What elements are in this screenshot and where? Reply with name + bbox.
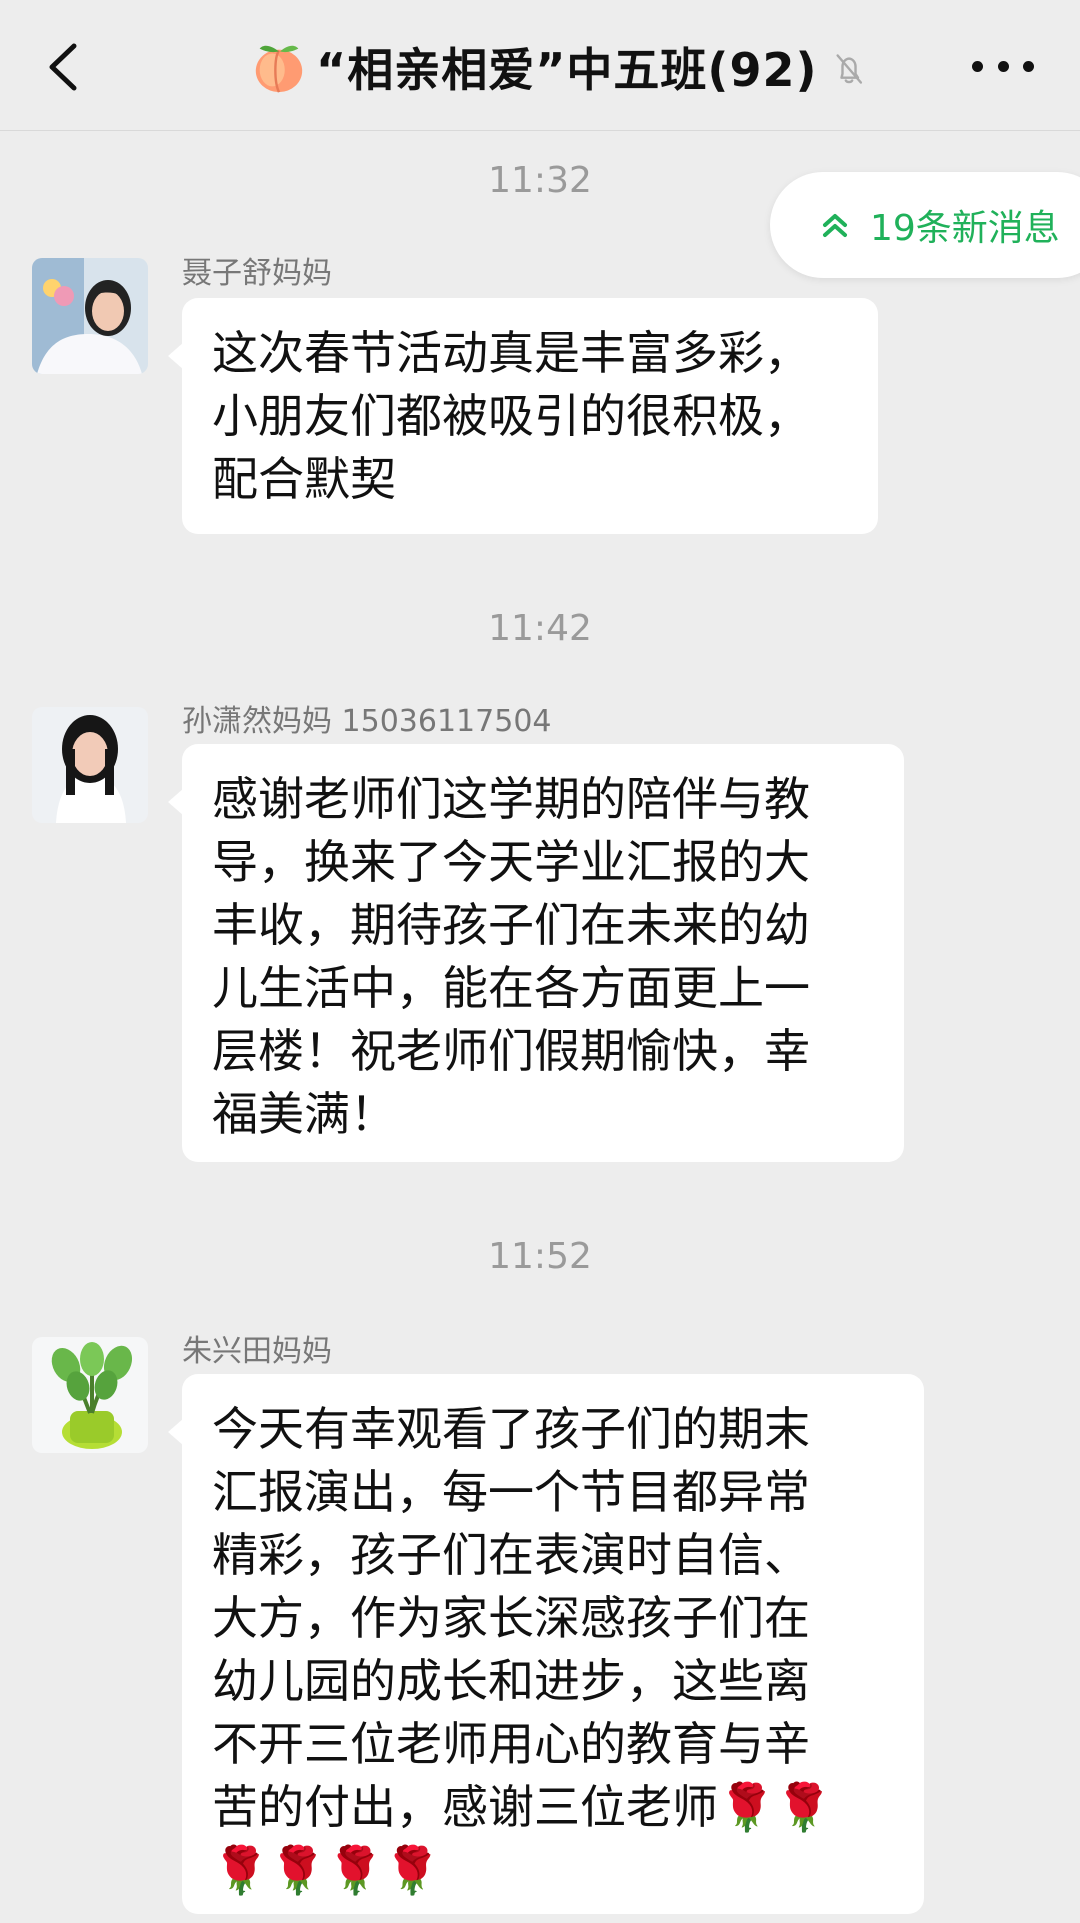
- message-bubble[interactable]: 感谢老师们这学期的陪伴与教 导，换来了今天学业汇报的大 丰收，期待孩子们在未来的…: [168, 744, 904, 1162]
- avatar[interactable]: [32, 1337, 148, 1453]
- woman-avatar-1: [32, 258, 148, 374]
- back-button[interactable]: [40, 40, 88, 94]
- more-dot: [1023, 60, 1034, 72]
- muted-bell-icon: [835, 54, 862, 84]
- plant-avatar: [32, 1337, 148, 1453]
- new-messages-label: 19条新消息: [870, 208, 1060, 249]
- peach-icon: [255, 45, 303, 93]
- sender-name: 孙潇然妈妈 15036117504: [182, 704, 552, 739]
- chevron-left-icon: [49, 43, 77, 91]
- avatar[interactable]: [32, 707, 148, 823]
- double-chevron-up-icon: [823, 214, 847, 237]
- sender-name: 朱兴田妈妈: [182, 1334, 332, 1369]
- more-dot: [997, 60, 1009, 72]
- message-bubble[interactable]: 今天有幸观看了孩子们的期末 汇报演出，每一个节目都异常 精彩，孩子们在表演时自信…: [168, 1374, 924, 1914]
- chat-title: “相亲相爱”中五班(92): [315, 43, 818, 97]
- chat-header: “相亲相爱”中五班(92): [0, 0, 1080, 131]
- more-dots-icon[interactable]: [972, 44, 1034, 88]
- message-bubble[interactable]: 这次春节活动真是丰富多彩， 小朋友们都被吸引的很积极， 配合默契: [168, 298, 878, 534]
- more-dot: [972, 60, 983, 72]
- message-time: 11:42: [488, 608, 592, 649]
- message-time: 11:32: [488, 160, 592, 201]
- avatar[interactable]: [32, 258, 148, 374]
- chat-title-area[interactable]: “相亲相爱”中五班(92): [250, 32, 870, 102]
- woman-avatar-2: [32, 707, 148, 823]
- sender-name: 聂子舒妈妈: [182, 256, 332, 291]
- message-time: 11:52: [488, 1236, 592, 1277]
